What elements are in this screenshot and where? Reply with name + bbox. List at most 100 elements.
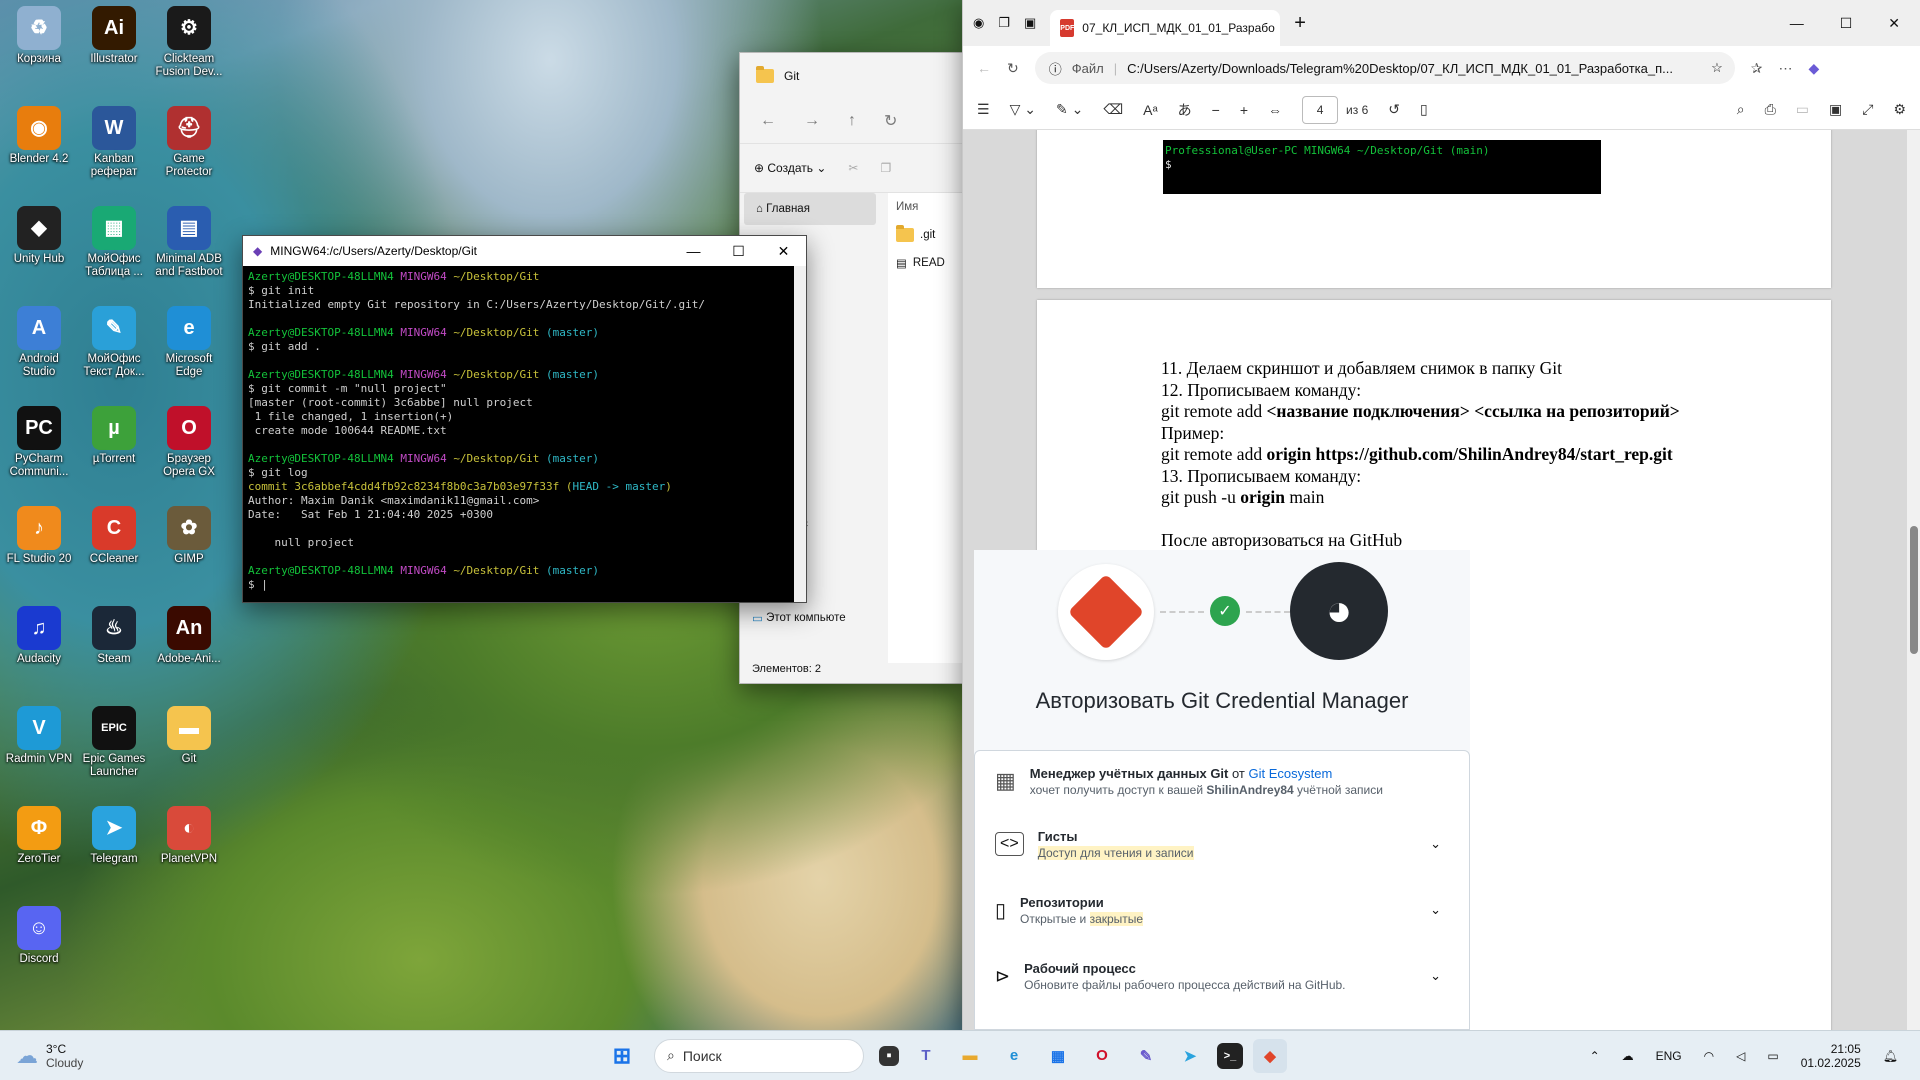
chevron-down-icon[interactable]: ⌄ (1430, 902, 1469, 918)
minimize-button[interactable]: — (1790, 15, 1804, 32)
tab-pdf[interactable]: PDF07_КЛ_ИСП_МДК_01_01_Разрабо✕ (1050, 10, 1281, 46)
desktop-icon[interactable]: ♪ FL Studio 20 (2, 506, 76, 566)
opera-icon[interactable]: O (1085, 1039, 1119, 1073)
sidebar-item-this-pc[interactable]: ▭ Этот компьюте (740, 603, 880, 635)
back-icon[interactable]: ← (760, 112, 776, 130)
translate-icon[interactable]: あ (1178, 100, 1192, 120)
desktop-icon[interactable]: Ai Illustrator (77, 6, 151, 66)
copy-icon[interactable]: ❐ (880, 161, 891, 175)
highlight-icon[interactable]: ▽ ⌄ (1010, 101, 1036, 118)
contents-icon[interactable]: ☰ (977, 101, 990, 118)
permission-workflow[interactable]: ⊳ Рабочий процесс Обновите файлы рабочего… (975, 943, 1469, 1009)
close-button[interactable]: ✕ (1888, 15, 1900, 32)
terminal-icon[interactable]: >_ (1217, 1042, 1243, 1069)
pdf-scrollbar[interactable] (1907, 130, 1920, 1030)
desktop-icon[interactable]: ➤ Telegram (77, 806, 151, 866)
print-icon[interactable]: ⎙ (1765, 101, 1776, 118)
maximize-button[interactable]: ☐ (716, 243, 761, 260)
onedrive-icon[interactable]: ☁ (1622, 1049, 1634, 1063)
taskbar-search[interactable]: ⌕ Поиск (654, 1038, 864, 1073)
desktop-icon[interactable]: ⛑ Game Protector (152, 106, 226, 179)
zoom-in-icon[interactable]: + (1240, 102, 1248, 118)
desktop-icon[interactable]: Φ ZeroTier (2, 806, 76, 866)
fit-page-icon[interactable]: ⇔ (1268, 102, 1282, 118)
desktop-icon[interactable]: ♫ Audacity (2, 606, 76, 666)
back-icon[interactable]: ← (977, 60, 991, 76)
terminal-scrollbar[interactable] (794, 266, 806, 602)
desktop-icon[interactable]: ⚙ Clickteam Fusion Dev... (152, 6, 226, 79)
desktop-icon[interactable]: µ µTorrent (77, 406, 151, 466)
minimize-button[interactable]: — (671, 243, 716, 260)
scrollbar-thumb[interactable] (1910, 526, 1918, 654)
desktop-icon[interactable]: ◐ PlanetVPN (152, 806, 226, 866)
settings-icon[interactable]: ⚙ (1893, 101, 1906, 118)
terminal-output[interactable]: Azerty@DESKTOP-48LLMN4 MINGW64 ~/Desktop… (243, 266, 806, 602)
workspaces-icon[interactable]: ❐ (998, 15, 1010, 31)
desktop-icon[interactable]: ♨ Steam (77, 606, 151, 666)
desktop-icon[interactable]: ▤ Minimal ADB and Fastboot (152, 206, 226, 279)
page-view-icon[interactable]: ▯ (1420, 101, 1428, 118)
fullscreen-icon[interactable]: ⤢ (1862, 101, 1873, 118)
telegram-icon[interactable]: ➤ (1173, 1039, 1207, 1073)
more-icon[interactable]: ⋯ (1778, 60, 1792, 77)
input-line[interactable]: $ | (248, 578, 801, 592)
desktop-icon[interactable]: V Radmin VPN (2, 706, 76, 766)
file-explorer-icon[interactable]: ▬ (953, 1039, 987, 1073)
desktop-icon[interactable]: e Microsoft Edge (152, 306, 226, 379)
save-as-icon[interactable]: ▣ (1829, 101, 1842, 118)
desktop-icon[interactable]: PC PyCharm Communi... (2, 406, 76, 479)
chevron-down-icon[interactable]: ⌄ (1430, 968, 1469, 984)
column-header-name[interactable]: Имя (888, 193, 964, 221)
store-icon[interactable]: ▦ (1041, 1039, 1075, 1073)
desktop-icon[interactable]: An Adobe-Ani... (152, 606, 226, 666)
favorites-icon[interactable]: ✰ (1751, 60, 1763, 77)
desktop-icon[interactable]: ✎ МойОфис Текст Док... (77, 306, 151, 379)
volume-icon[interactable]: ◁ (1736, 1049, 1745, 1063)
address-bar[interactable]: ⓘ Файл | C:/Users/Azerty/Downloads/Telegram… (1034, 52, 1735, 84)
close-button[interactable]: ✕ (761, 243, 806, 260)
read-aloud-icon[interactable]: A͏ᵃ (1143, 102, 1158, 118)
language-indicator[interactable]: ENG (1656, 1049, 1682, 1063)
notification-bell-icon[interactable]: 🔔︎ (1883, 1049, 1898, 1063)
up-icon[interactable]: ↑ (848, 112, 856, 130)
new-tab-icon[interactable]: + (1294, 12, 1306, 35)
tab-actions-icon[interactable]: ▣ (1024, 15, 1036, 31)
chevron-down-icon[interactable]: ⌄ (1430, 836, 1469, 852)
rotate-icon[interactable]: ↺ (1388, 101, 1400, 118)
chevron-up-icon[interactable]: ⌃ (1590, 1049, 1600, 1063)
desktop-icon[interactable]: ▬ Git (152, 706, 226, 766)
search-icon[interactable]: ⌕ (1737, 101, 1745, 118)
permission-repos[interactable]: ▯ Репозитории Открытые и закрытые ⌄ (975, 877, 1469, 943)
cut-icon[interactable]: ✂ (848, 161, 858, 175)
weather-widget[interactable]: ☁ 3°C Cloudy (0, 1042, 600, 1070)
page-number-input[interactable]: 4 (1302, 95, 1339, 124)
desktop-icon[interactable]: C CCleaner (77, 506, 151, 566)
git-bash-window[interactable]: ◆ MINGW64:/c/Users/Azerty/Desktop/Git — ☐… (242, 235, 807, 603)
draw-icon[interactable]: ✎ ⌄ (1056, 101, 1083, 118)
save-icon[interactable]: ▭ (1796, 101, 1809, 118)
maximize-button[interactable]: ☐ (1840, 15, 1853, 32)
copilot-icon[interactable]: ◆ (1808, 60, 1819, 77)
desktop-icon[interactable]: ♻ Корзина (2, 6, 76, 66)
git-gui-icon[interactable]: ◆ (1253, 1038, 1287, 1073)
desktop-icon[interactable]: ▦ МойОфис Таблица ... (77, 206, 151, 279)
desktop-icon[interactable]: EPIC Epic Games Launcher (77, 706, 151, 779)
teams-icon[interactable]: T (909, 1039, 943, 1073)
desktop-icon[interactable]: ✿ GIMP (152, 506, 226, 566)
desktop-icon[interactable]: A Android Studio (2, 306, 76, 379)
terminal-titlebar[interactable]: ◆ MINGW64:/c/Users/Azerty/Desktop/Git — ☐… (243, 236, 806, 266)
refresh-icon[interactable]: ↻ (1007, 60, 1019, 77)
desktop-icon[interactable]: ◆ Unity Hub (2, 206, 76, 266)
eraser-icon[interactable]: ⌫ (1103, 101, 1123, 118)
desktop-icon[interactable]: ☺ Discord (2, 906, 76, 966)
task-view-icon[interactable]: ▪ (879, 1045, 899, 1066)
sidebar-item-home[interactable]: ⌂ Главная (744, 193, 876, 225)
refresh-icon[interactable]: ↻ (884, 111, 897, 131)
desktop-icon[interactable]: O Браузер Opera GX (152, 406, 226, 479)
edge-icon[interactable]: e (997, 1039, 1031, 1073)
pdf-app-icon[interactable]: ✎ (1129, 1039, 1163, 1073)
explorer-titlebar[interactable]: Git (740, 53, 964, 99)
zoom-out-icon[interactable]: − (1212, 102, 1220, 118)
profile-icon[interactable]: ◉ (973, 15, 984, 31)
desktop-icon[interactable]: ◉ Blender 4.2 (2, 106, 76, 166)
